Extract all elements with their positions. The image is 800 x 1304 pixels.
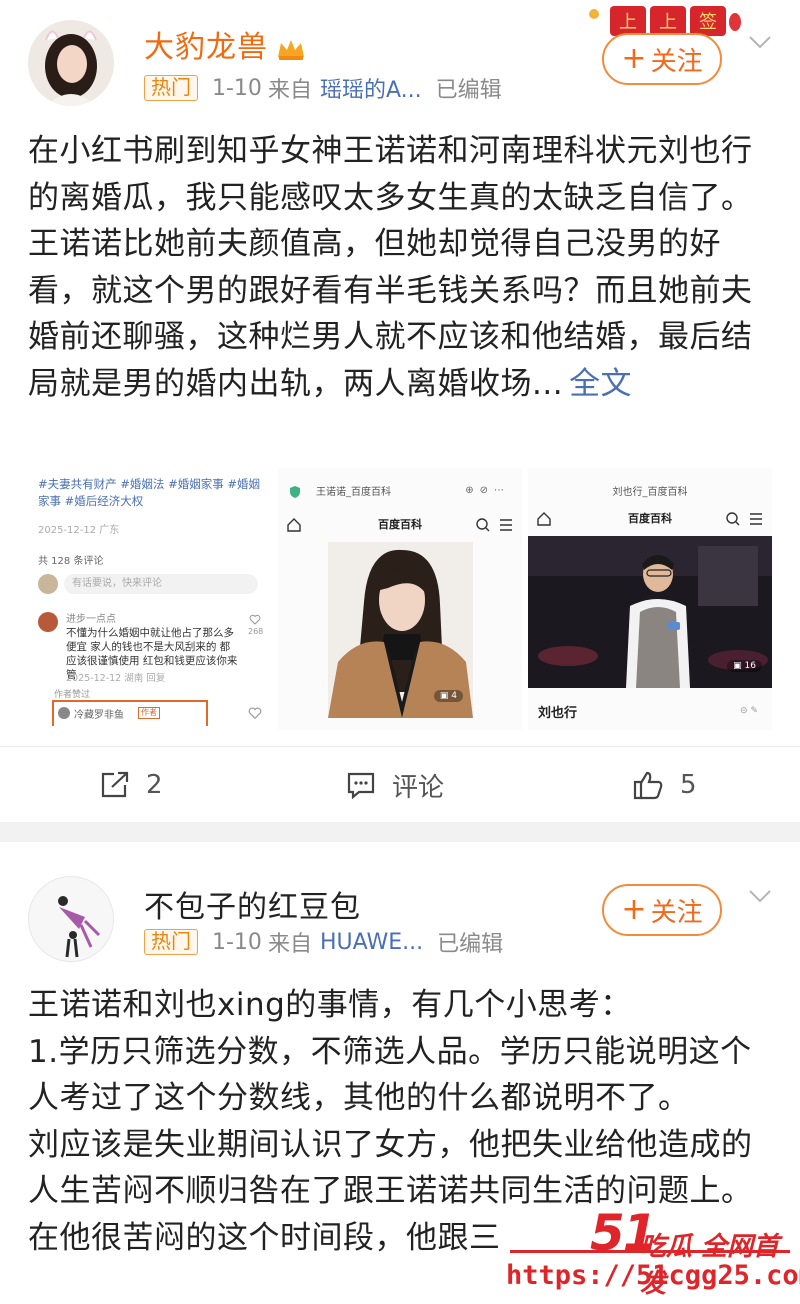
- avatar: [58, 707, 70, 719]
- content-paragraph: 1.学历只筛选分数，不筛选人品。学历只能说明这个人考过了这个分数线，其他的什么都…: [28, 1033, 752, 1117]
- search-menu-icons: [476, 518, 512, 532]
- photo-count-value: 4: [451, 691, 457, 701]
- action-bar: 2 评论 5: [0, 746, 800, 822]
- post-meta: 热门 1-10 来自 瑶瑶的A... 已编辑: [144, 73, 502, 103]
- comment-input-row: 有话要说，快来评论: [38, 572, 263, 596]
- svg-text:签: 签: [699, 12, 717, 33]
- username[interactable]: 大豹龙兽: [144, 22, 306, 66]
- username[interactable]: 不包子的红豆包: [144, 882, 361, 926]
- baike-header: 百度百科: [278, 512, 522, 538]
- fulltext-link[interactable]: 全文: [569, 366, 632, 402]
- note-date: 2025-12-12 广东: [38, 525, 120, 536]
- reply-highlight: 冷藏罗非鱼 作者: [52, 700, 208, 726]
- hot-badge: 热门: [144, 929, 198, 955]
- post-content[interactable]: 在小红书刷到知乎女神王诺诺和河南理科状元刘也行的离婚瓜，我只能感叹太多女生真的太…: [28, 128, 778, 407]
- author-liked: 作者赞过: [54, 690, 91, 700]
- comment-meta: 2025-12-12 湖南 回复: [66, 673, 166, 684]
- photo-count-value: 16: [744, 661, 756, 671]
- content-text: 王诺诺比她前夫颜值高，但她却觉得自己没男的好看，就这个男的跟好看有半毛钱关系吗？…: [28, 226, 753, 402]
- share-button[interactable]: 2: [100, 747, 163, 823]
- photo-count: ▣ 4: [433, 690, 463, 702]
- image-thumbnail[interactable]: 刘也行_百度百科 百度百科 ▣ 16 刘也行 ⊝ ✎: [528, 468, 772, 730]
- svg-text:上: 上: [659, 12, 677, 33]
- watermark: 51 吃瓜 全网首发 https://51cgg25.com: [470, 1204, 800, 1304]
- plus-icon: +: [621, 892, 647, 927]
- comment-label: 评论: [392, 772, 445, 803]
- feed-post: 上 上 签 大豹龙兽 热门 1-10 来自 瑶瑶的A... 已编辑 + 关注 在…: [0, 0, 800, 822]
- svg-text:上: 上: [619, 12, 637, 33]
- photo-count: ▣ 16: [727, 660, 762, 672]
- search-menu-icons: [726, 512, 762, 526]
- reply-name: 冷藏罗非鱼: [74, 710, 124, 721]
- thumbs-up-icon: [633, 771, 663, 800]
- comment-icon: [347, 772, 375, 799]
- content-paragraph: 王诺诺比她前夫颜值高，但她却觉得自己没男的好看，就这个男的跟好看有半毛钱关系吗？…: [28, 221, 778, 407]
- comment-input: 有话要说，快来评论: [64, 574, 258, 594]
- share-icon: [101, 771, 129, 798]
- follow-button[interactable]: + 关注: [602, 33, 722, 85]
- content-paragraph: 王诺诺和刘也xing的事情，有几个小思考：: [28, 987, 632, 1023]
- source-link[interactable]: HUAWE...: [320, 930, 423, 955]
- post-date: 1-10: [212, 929, 262, 955]
- content-paragraph: 在小红书刷到知乎女神王诺诺和河南理科状元刘也行的离婚瓜，我只能感叹太多女生真的太…: [28, 133, 753, 216]
- image-thumbnail[interactable]: #夫妻共有财产 #婚姻法 #婚姻家事 #婚姻家事 #婚后经济大权 2025-12…: [28, 468, 270, 730]
- edited-label: 已编辑: [437, 932, 504, 957]
- like-count: 5: [680, 770, 697, 800]
- portrait-photo: ▣ 4: [328, 542, 473, 718]
- commenter-avatar: [38, 612, 58, 632]
- heart-icon: [248, 707, 262, 720]
- source-prefix: 来自: [267, 932, 312, 957]
- browser-url: 王诺诺_百度百科: [316, 487, 391, 498]
- chevron-down-icon[interactable]: [746, 882, 774, 910]
- entry-icons: ⊝ ✎: [740, 706, 758, 716]
- shield-icon: [290, 486, 300, 498]
- share-count: 2: [146, 770, 163, 800]
- watermark-divider: [510, 1250, 790, 1253]
- image-grid: #夫妻共有财产 #婚姻法 #婚姻家事 #婚姻家事 #婚后经济大权 2025-12…: [28, 468, 772, 730]
- follow-label: 关注: [650, 46, 703, 77]
- plus-icon: +: [621, 41, 647, 76]
- post-date: 1-10: [212, 75, 262, 101]
- avatar[interactable]: [28, 20, 114, 106]
- avatar-illustration: [29, 877, 113, 961]
- follow-label: 关注: [650, 897, 703, 928]
- entry-name: 刘也行: [538, 706, 578, 721]
- stage-photo: ▣ 16: [528, 536, 772, 688]
- heart-icon: [249, 614, 261, 625]
- hot-badge: 热门: [144, 75, 198, 101]
- browser-icons: ⊕⊘⋯: [465, 485, 510, 496]
- author-badge: 作者: [138, 707, 160, 719]
- comment-button[interactable]: 评论: [346, 747, 444, 823]
- watermark-url: https://51cgg25.com: [506, 1260, 800, 1291]
- image-thumbnail[interactable]: 王诺诺_百度百科 ⊕⊘⋯ 百度百科 ▣ 4: [278, 468, 522, 730]
- avatar-photo: [28, 20, 114, 106]
- like-count: 268: [248, 627, 264, 636]
- crown-icon: [278, 39, 304, 60]
- browser-url: 刘也行_百度百科: [612, 487, 688, 498]
- avatar[interactable]: [28, 876, 114, 962]
- commenter-name: 进步一点点: [66, 614, 116, 625]
- comment-count: 共 128 条评论: [38, 556, 104, 567]
- baike-header: 百度百科: [528, 506, 772, 532]
- source-prefix: 来自: [267, 78, 312, 103]
- like-button[interactable]: 5: [632, 747, 697, 823]
- chevron-down-icon[interactable]: [746, 28, 774, 56]
- post-separator: [0, 822, 800, 842]
- username-text[interactable]: 大豹龙兽: [144, 30, 268, 65]
- browser-bar: 刘也行_百度百科: [528, 480, 772, 504]
- edited-label: 已编辑: [435, 78, 502, 103]
- post-meta: 热门 1-10 来自 HUAWE... 已编辑: [144, 927, 503, 957]
- comment-like: 268: [248, 614, 264, 640]
- follow-button[interactable]: + 关注: [602, 884, 722, 936]
- avatar: [38, 574, 58, 594]
- source-link[interactable]: 瑶瑶的A...: [320, 72, 422, 104]
- topic-tags: #夫妻共有财产 #婚姻法 #婚姻家事 #婚姻家事 #婚后经济大权: [38, 477, 261, 508]
- browser-bar: 王诺诺_百度百科 ⊕⊘⋯: [278, 480, 522, 504]
